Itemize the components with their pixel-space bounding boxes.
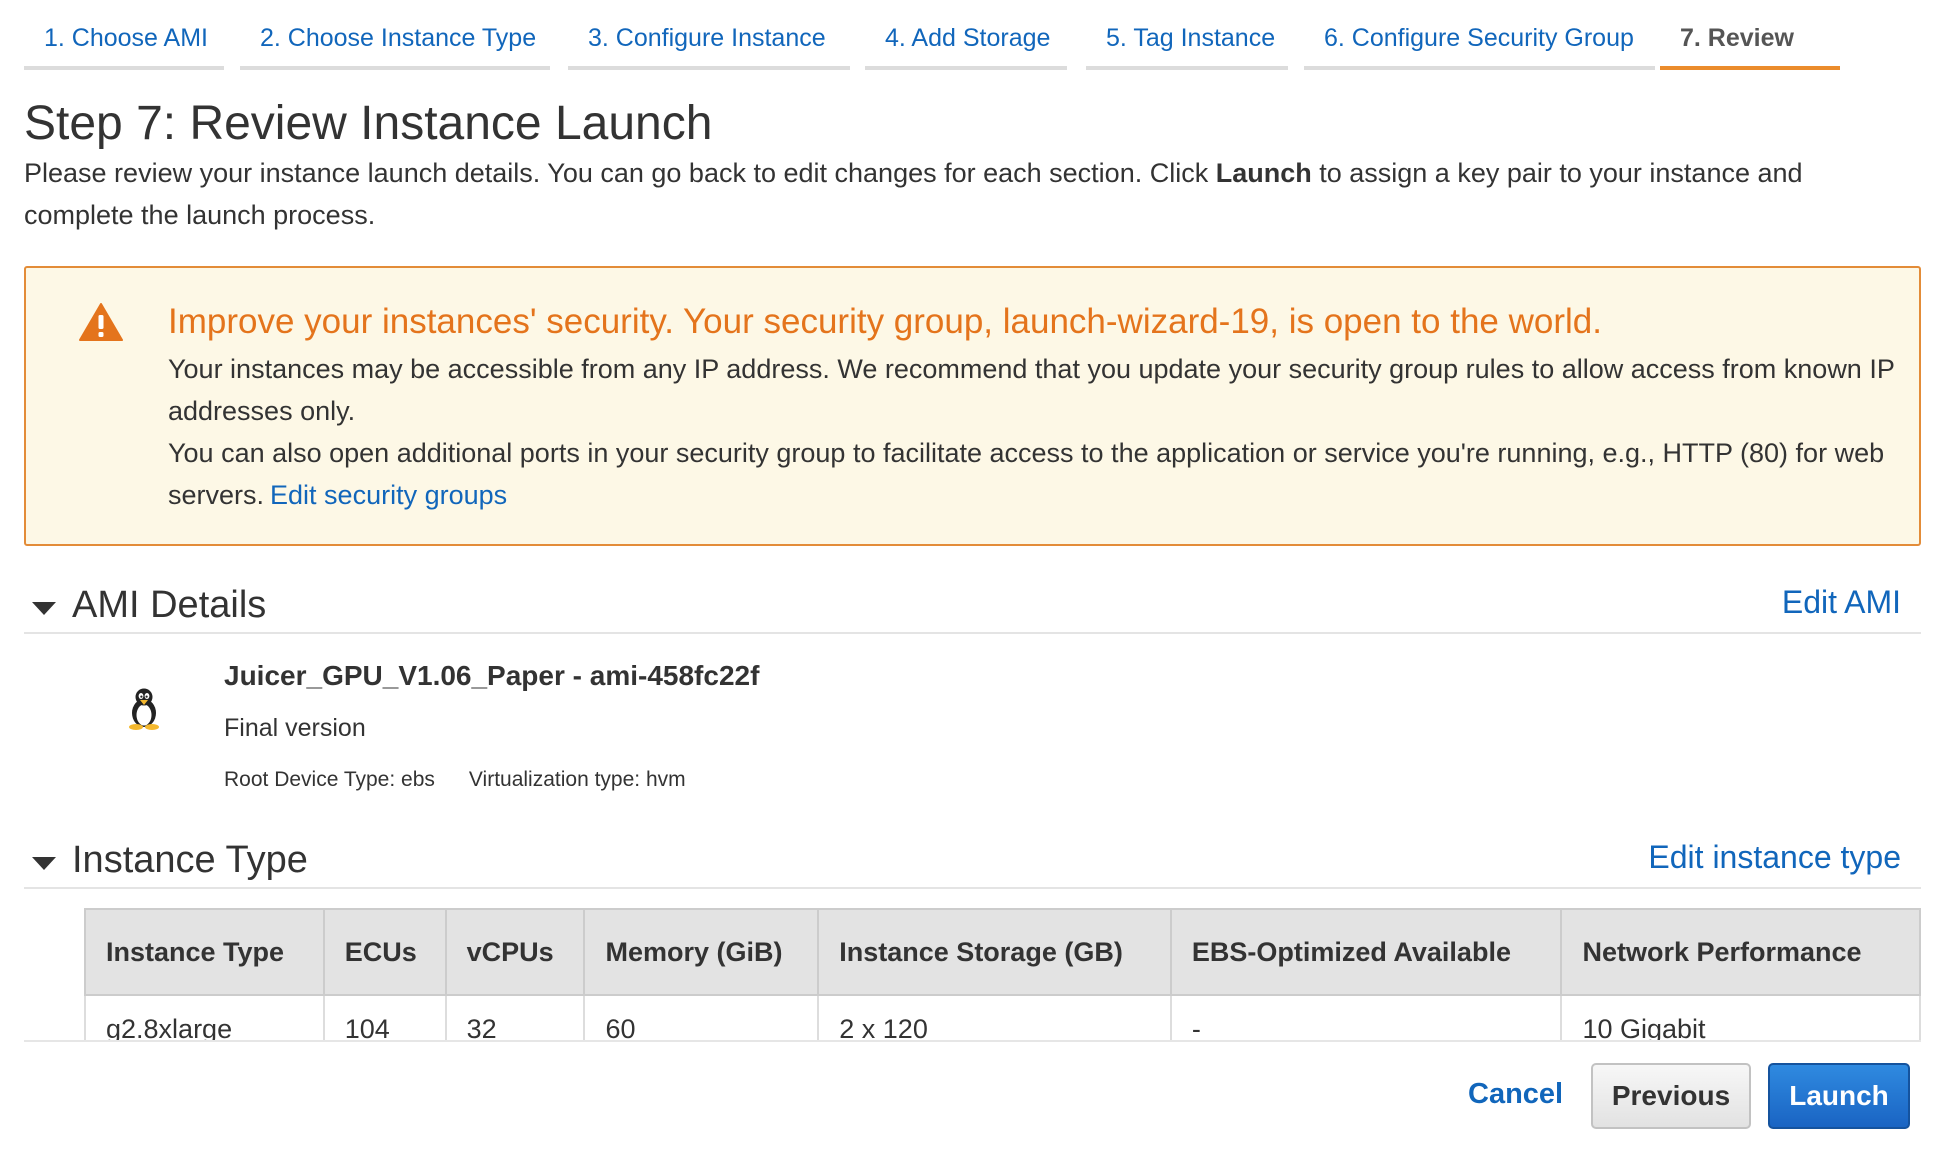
- footer-divider: [24, 1040, 1921, 1042]
- tab-configure-security-group[interactable]: 6. Configure Security Group: [1304, 0, 1655, 70]
- col-memory: Memory (GiB): [583, 908, 820, 996]
- col-ebs-optimized: EBS-Optimized Available: [1169, 908, 1563, 996]
- wizard-tabs: 1. Choose AMI 2. Choose Instance Type 3.…: [24, 0, 1874, 70]
- ami-name: Juicer_GPU_V1.06_Paper - ami-458fc22f: [224, 660, 760, 691]
- col-ecus: ECUs: [322, 908, 447, 996]
- col-instance-storage: Instance Storage (GB): [817, 908, 1172, 996]
- instance-type-title: Instance Type: [72, 839, 308, 881]
- alert-title: Improve your instances' security. Your s…: [168, 302, 1602, 341]
- collapse-caret-icon[interactable]: [32, 857, 56, 870]
- ami-details-header[interactable]: AMI Details Edit AMI: [24, 576, 1921, 634]
- cell-ecus: 104: [322, 994, 447, 1041]
- intro-text-before: Please review your instance launch detai…: [24, 158, 1216, 188]
- cell-memory: 60: [583, 994, 820, 1041]
- col-vcpus: vCPUs: [444, 908, 586, 996]
- intro-launch-bold: Launch: [1215, 158, 1312, 188]
- table-header-row: Instance Type ECUs vCPUs Memory (GiB) In…: [84, 908, 1921, 996]
- instance-type-header[interactable]: Instance Type Edit instance type: [24, 831, 1921, 889]
- edit-instance-type-link[interactable]: Edit instance type: [1648, 839, 1901, 876]
- security-warning-alert: Improve your instances' security. Your s…: [24, 266, 1921, 546]
- tab-add-storage[interactable]: 4. Add Storage: [865, 0, 1067, 70]
- collapse-caret-icon[interactable]: [32, 602, 56, 615]
- ami-meta: Root Device Type: ebs Virtualization type…: [224, 768, 686, 792]
- previous-button[interactable]: Previous: [1591, 1063, 1751, 1129]
- tab-choose-ami[interactable]: 1. Choose AMI: [24, 0, 224, 70]
- col-instance-type: Instance Type: [84, 908, 325, 996]
- virtualization-type: Virtualization type: hvm: [468, 768, 686, 791]
- edit-security-groups-link[interactable]: Edit security groups: [270, 480, 507, 510]
- tab-review[interactable]: 7. Review: [1660, 0, 1840, 70]
- launch-button[interactable]: Launch: [1768, 1063, 1910, 1129]
- cell-vcpus: 32: [444, 994, 586, 1041]
- warning-icon: [79, 303, 123, 341]
- tab-tag-instance[interactable]: 5. Tag Instance: [1086, 0, 1288, 70]
- cell-instance-storage: 2 x 120: [817, 994, 1172, 1041]
- edit-ami-link[interactable]: Edit AMI: [1782, 584, 1901, 621]
- ami-details-title: AMI Details: [72, 584, 267, 626]
- cancel-button[interactable]: Cancel: [1468, 1078, 1563, 1111]
- instance-table-viewport[interactable]: Instance Type ECUs vCPUs Memory (GiB) In…: [84, 908, 1921, 1041]
- page-title: Step 7: Review Instance Launch: [24, 97, 713, 150]
- table-row: g2.8xlarge 104 32 60 2 x 120 - 10 Gigabi…: [84, 994, 1921, 1041]
- linux-penguin-icon: [129, 688, 159, 730]
- alert-line-2: You can also open additional ports in yo…: [168, 432, 1898, 516]
- cell-ebs-optimized: -: [1169, 994, 1563, 1041]
- root-device-type: Root Device Type: ebs: [224, 768, 435, 791]
- cell-instance-type: g2.8xlarge: [84, 994, 325, 1041]
- cell-network-performance: 10 Gigabit: [1560, 994, 1921, 1041]
- alert-body: Your instances may be accessible from an…: [168, 348, 1898, 516]
- tab-choose-instance-type[interactable]: 2. Choose Instance Type: [240, 0, 550, 70]
- col-network-performance: Network Performance: [1560, 908, 1921, 996]
- page-intro: Please review your instance launch detai…: [24, 152, 1914, 236]
- alert-line-1: Your instances may be accessible from an…: [168, 354, 1895, 426]
- instance-type-table: Instance Type ECUs vCPUs Memory (GiB) In…: [84, 908, 1921, 1041]
- ami-description: Final version: [224, 714, 366, 742]
- tab-configure-instance[interactable]: 3. Configure Instance: [568, 0, 850, 70]
